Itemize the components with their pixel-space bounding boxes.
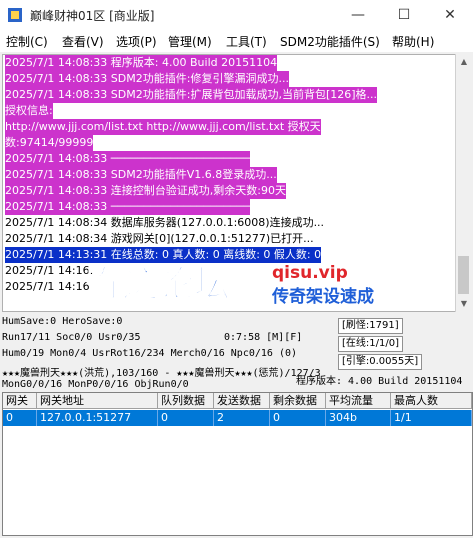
menu-tools[interactable]: 工具(T) [226, 33, 267, 50]
log-line: http://www.jjj.com/list.txt http://www.j… [5, 119, 321, 135]
cell-remaining: 0 [270, 410, 326, 426]
status-mon: MonG0/0/16 MonP0/0/16 ObjRun0/0 [2, 379, 189, 390]
cell-max-users: 1/1 [391, 410, 472, 426]
log-line: 2025/7/1 14:08:33 SDM2功能插件:扩展背包加载成功,当前背包… [5, 87, 378, 103]
menu-bar: 控制(C) 查看(V) 选项(P) 管理(M) 工具(T) SDM2功能插件(S… [0, 30, 473, 52]
log-vertical-scrollbar[interactable]: ▲ ▼ [455, 54, 472, 312]
engine-days: [引擎:0.0055天] [338, 354, 423, 370]
log-line: 2025/7/1 14:08:34 数据库服务器(127.0.0.1:6008)… [5, 216, 325, 229]
cell-queue: 0 [158, 410, 214, 426]
log-line: 2025/7/1 14:08:33 连接控制台验证成功,剩余天数:90天 [5, 183, 286, 199]
log-line: 2025/7/1 14:08:33 ───────────────────── [5, 151, 250, 167]
menu-control[interactable]: 控制(C) [6, 33, 48, 50]
col-header-remaining[interactable]: 剩余数据 [270, 393, 326, 409]
cell-address: 127.0.0.1:51277 [37, 410, 158, 426]
col-header-address[interactable]: 网关地址 [37, 393, 158, 409]
watermark-logo: 奇迹论坛 qisu.vip 传奇架设速成 [85, 260, 386, 310]
cell-gateway: 0 [3, 410, 37, 426]
menu-manage[interactable]: 管理(M) [168, 33, 212, 50]
close-button[interactable]: ✕ [427, 0, 473, 30]
menu-view[interactable]: 查看(V) [62, 33, 104, 50]
col-header-queue[interactable]: 队列数据 [158, 393, 214, 409]
status-save: HumSave:0 HeroSave:0 [2, 316, 123, 327]
minimize-button[interactable]: — [335, 0, 381, 30]
program-version: 程序版本: 4.00 Build 20151104 [296, 376, 463, 387]
col-header-sent[interactable]: 发送数据 [214, 393, 270, 409]
menu-sdm2-plugin[interactable]: SDM2功能插件(S) [280, 33, 380, 50]
log-line: 数:97414/99999 [5, 135, 94, 151]
log-line: 2025/7/1 14:08:33 SDM2功能插件:修复引擎漏洞成功... [5, 71, 289, 87]
menu-help[interactable]: 帮助(H) [392, 33, 434, 50]
status-run: Run17/11 Soc0/0 Usr0/35 [2, 332, 141, 343]
log-line: 授权信息: [5, 103, 53, 119]
status-time: 0:7:58 [M][F] [224, 332, 303, 343]
cell-sent: 2 [214, 410, 270, 426]
scroll-up-icon[interactable]: ▲ [456, 54, 472, 70]
log-line: 2025/7/1 14:08:33 SDM2功能插件V1.6.8登录成功... [5, 167, 277, 183]
col-header-max-users[interactable]: 最高人数 [391, 393, 472, 409]
scroll-thumb[interactable] [458, 256, 469, 294]
log-line: 2025/7/1 14:16: [5, 280, 94, 293]
menu-options[interactable]: 选项(P) [116, 33, 157, 50]
app-icon [8, 8, 22, 22]
scroll-down-icon[interactable]: ▼ [456, 296, 472, 312]
watermark-slogan: 传奇架设速成 [271, 286, 374, 307]
refresh-monster-count: [刷怪:1791] [338, 318, 403, 334]
log-line: 2025/7/1 14:08:33 程序版本: 4.00 Build 20151… [5, 55, 278, 71]
log-line: 2025/7/1 14:16: [5, 264, 94, 277]
maximize-button[interactable]: ☐ [381, 0, 427, 30]
online-count: [在线:1/1/0] [338, 336, 403, 352]
gateway-table[interactable]: 网关 网关地址 队列数据 发送数据 剩余数据 平均流量 最高人数 0 127.0… [2, 392, 473, 536]
watermark-main: 奇迹论坛 [86, 264, 230, 305]
window-title: 巅峰财神01区 [商业版] [30, 9, 155, 23]
log-line: 2025/7/1 14:08:33 ───────────────────── [5, 199, 250, 215]
title-bar: 巅峰财神01区 [商业版] — ☐ ✕ [0, 0, 473, 30]
col-header-gateway[interactable]: 网关 [3, 393, 37, 409]
status-hum: Hum0/19 Mon0/4 UsrRot16/234 Merch0/16 Np… [2, 348, 298, 359]
col-header-avg-traffic[interactable]: 平均流量 [326, 393, 391, 409]
cell-avg-traffic: 304b [326, 410, 391, 426]
watermark-domain: qisu.vip [272, 263, 348, 283]
status-map: ★★★魔兽刑天★★★(洪荒),103/160 - ★★★魔兽刑天★★★(惩荒)/… [2, 368, 321, 379]
log-line: 2025/7/1 14:08:34 游戏网关[0](127.0.0.1:5127… [5, 232, 314, 245]
